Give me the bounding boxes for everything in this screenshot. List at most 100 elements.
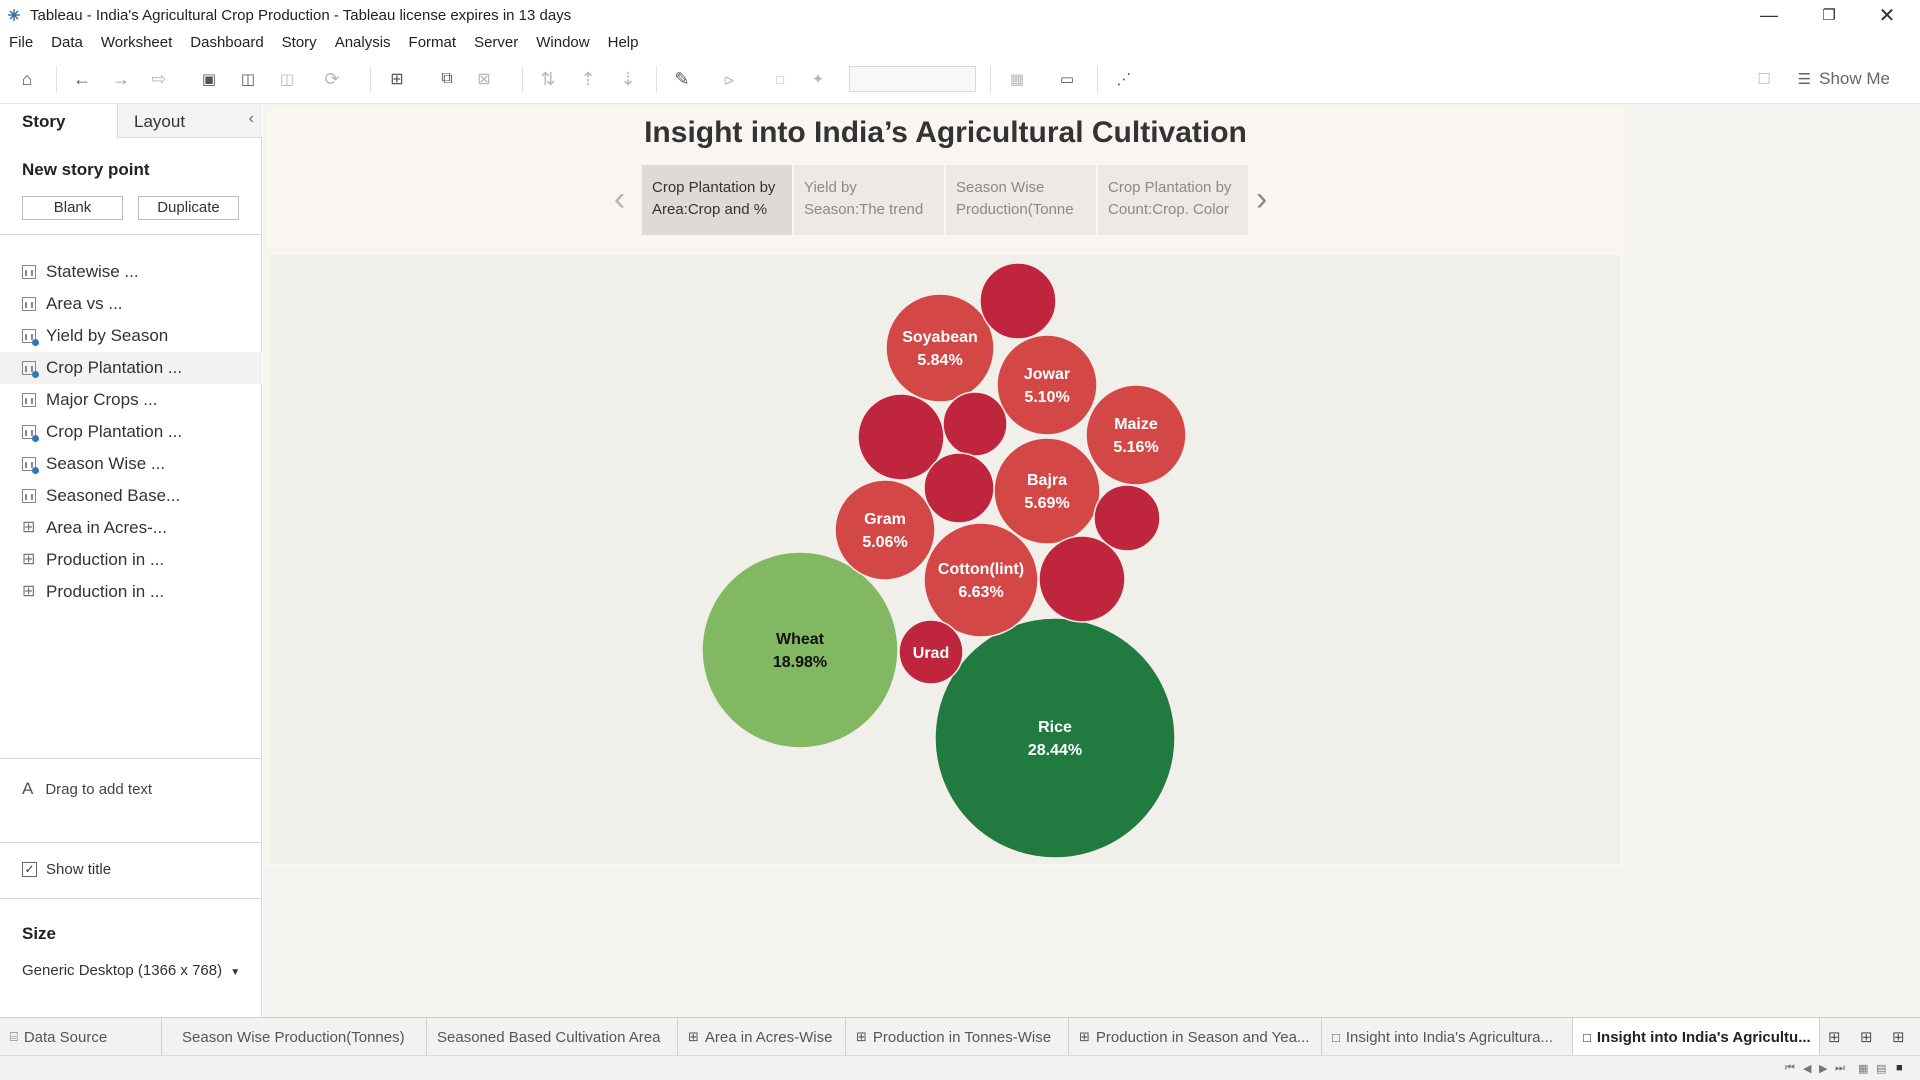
bubble-circle[interactable] bbox=[996, 334, 1098, 436]
bubble-mark[interactable]: Soyabean 5.84% bbox=[885, 293, 995, 403]
restore-button[interactable]: ❐ bbox=[1800, 0, 1858, 30]
story-sheet-item[interactable]: Crop Plantation ... bbox=[0, 416, 262, 448]
previous-sheet-icon[interactable]: ◀ bbox=[1803, 1062, 1811, 1075]
pause-updates-button[interactable]: ◫ bbox=[275, 67, 299, 91]
size-dropdown[interactable]: Generic Desktop (1366 x 768) ▼ bbox=[22, 962, 240, 979]
duplicate-sheet-button[interactable]: ⧉ bbox=[435, 67, 459, 91]
story-sheet-item[interactable]: ⊞ Production in ... bbox=[0, 544, 262, 576]
bubble-mark[interactable]: Maize 5.16% bbox=[1085, 384, 1187, 486]
menu-window[interactable]: Window bbox=[527, 34, 598, 51]
bubble-circle[interactable] bbox=[979, 262, 1057, 340]
format-painter-button[interactable]: ☐ bbox=[1752, 67, 1776, 91]
first-sheet-icon[interactable]: ⏮ bbox=[1785, 1062, 1795, 1075]
new-dashboard-tab-button[interactable]: ⊞ bbox=[1854, 1018, 1879, 1056]
tab-story[interactable]: Story bbox=[0, 104, 117, 138]
share-button[interactable]: ⋰ bbox=[1112, 67, 1136, 91]
story-sheet-item[interactable]: Statewise ... bbox=[0, 256, 262, 288]
bubble-circle[interactable] bbox=[923, 452, 995, 524]
story-sheet-item[interactable]: ⊞ Production in ... bbox=[0, 576, 262, 608]
sheet-tab[interactable]: Season Wise Production(Tonnes) bbox=[172, 1018, 427, 1056]
menu-analysis[interactable]: Analysis bbox=[326, 34, 400, 51]
story-sheet-item[interactable]: Crop Plantation ... bbox=[0, 352, 262, 384]
bubble-mark[interactable] bbox=[979, 262, 1057, 340]
sheet-tab[interactable]: ⊞ Production in Tonnes-Wise bbox=[846, 1018, 1069, 1056]
sort-descending-button[interactable]: ⇣ bbox=[616, 67, 640, 91]
replay-button[interactable]: ⇨ bbox=[147, 67, 171, 91]
show-me-button[interactable]: ☰ Show Me bbox=[1798, 66, 1890, 92]
blank-button[interactable]: Blank bbox=[22, 196, 123, 220]
bubble-mark[interactable] bbox=[942, 391, 1008, 457]
sheet-tab[interactable]: ⊞ Production in Season and Yea... bbox=[1069, 1018, 1322, 1056]
sort-ascending-button[interactable]: ⇡ bbox=[576, 67, 600, 91]
story-point-1[interactable]: Crop Plantation by Area:Crop and % bbox=[642, 165, 792, 235]
bubble-circle[interactable] bbox=[834, 479, 936, 581]
bubble-mark[interactable]: Gram 5.06% bbox=[834, 479, 936, 581]
bubble-circle[interactable] bbox=[885, 293, 995, 403]
undo-button[interactable]: ← bbox=[70, 67, 94, 91]
clear-sheet-button[interactable]: ⊠ bbox=[472, 67, 496, 91]
new-worksheet-button[interactable]: ⊞ bbox=[385, 67, 409, 91]
story-sheet-item[interactable]: ⊞ Area in Acres-... bbox=[0, 512, 262, 544]
show-title-checkbox[interactable]: ✓ bbox=[22, 862, 37, 877]
sheet-tab[interactable]: ⌸ Data Source bbox=[0, 1018, 162, 1056]
show-sheet-sorter-icon[interactable]: ■ bbox=[1896, 1062, 1903, 1074]
story-sheet-item[interactable]: Season Wise ... bbox=[0, 448, 262, 480]
new-data-source-button[interactable]: ◫ bbox=[236, 67, 260, 91]
minimize-button[interactable]: — bbox=[1740, 0, 1798, 30]
story-point-2[interactable]: Yield by Season:The trend bbox=[794, 165, 944, 235]
bubble-mark[interactable]: Wheat 18.98% bbox=[701, 551, 899, 749]
show-cards-button[interactable]: ▦ bbox=[1005, 67, 1029, 91]
bubble-circle[interactable] bbox=[1093, 484, 1161, 552]
collapse-pane-icon[interactable]: ‹ bbox=[249, 110, 254, 128]
bubble-mark[interactable]: Bajra 5.69% bbox=[993, 437, 1101, 545]
new-worksheet-tab-button[interactable]: ⊞ bbox=[1822, 1018, 1847, 1056]
home-button[interactable]: ⌂ bbox=[15, 67, 39, 91]
bubble-circle[interactable] bbox=[993, 437, 1101, 545]
previous-story-point-button[interactable]: ‹ bbox=[614, 180, 625, 219]
last-sheet-icon[interactable]: ⏭ bbox=[1835, 1062, 1845, 1075]
bubble-mark[interactable]: Rice 28.44% bbox=[934, 617, 1176, 859]
next-story-point-button[interactable]: › bbox=[1256, 180, 1267, 219]
show-title-toggle[interactable]: ✓ Show title bbox=[22, 861, 111, 878]
story-point-4[interactable]: Crop Plantation by Count:Crop. Color bbox=[1098, 165, 1248, 235]
bubble-mark[interactable]: Jowar 5.10% bbox=[996, 334, 1098, 436]
sheet-tab[interactable]: □ Insight into India's Agricultura... bbox=[1322, 1018, 1573, 1056]
fix-axes-button[interactable]: ✦ bbox=[806, 67, 830, 91]
story-sheet-item[interactable]: Yield by Season bbox=[0, 320, 262, 352]
bubble-circle[interactable] bbox=[1085, 384, 1187, 486]
tab-layout[interactable]: Layout ‹ bbox=[117, 104, 262, 138]
menu-dashboard[interactable]: Dashboard bbox=[181, 34, 272, 51]
menu-data[interactable]: Data bbox=[42, 34, 92, 51]
bubble-mark[interactable]: Cotton(lint) 6.63% bbox=[923, 522, 1039, 638]
labels-button[interactable]: □ bbox=[768, 67, 792, 91]
bubble-mark[interactable]: Urad bbox=[898, 619, 964, 685]
menu-server[interactable]: Server bbox=[465, 34, 527, 51]
story-point-3[interactable]: Season Wise Production(Tonne bbox=[946, 165, 1096, 235]
bubble-mark[interactable] bbox=[923, 452, 995, 524]
redo-button[interactable]: → bbox=[109, 67, 133, 91]
menu-format[interactable]: Format bbox=[400, 34, 466, 51]
story-sheet-item[interactable]: Seasoned Base... bbox=[0, 480, 262, 512]
next-sheet-icon[interactable]: ▶ bbox=[1819, 1062, 1827, 1075]
show-filmstrip-icon[interactable]: ▦ bbox=[1858, 1062, 1868, 1075]
refresh-button[interactable]: ⟳ bbox=[320, 67, 344, 91]
highlight-button[interactable]: ✎ bbox=[670, 67, 694, 91]
menu-story[interactable]: Story bbox=[273, 34, 326, 51]
sheet-tab[interactable]: □ Insight into India's Agricultu... bbox=[1573, 1018, 1820, 1056]
bubble-circle[interactable] bbox=[923, 522, 1039, 638]
show-tabs-icon[interactable]: ▤ bbox=[1876, 1062, 1886, 1075]
duplicate-button[interactable]: Duplicate bbox=[138, 196, 239, 220]
bubble-circle[interactable] bbox=[934, 617, 1176, 859]
group-button[interactable]: ⪧ bbox=[717, 67, 741, 91]
bubble-circle[interactable] bbox=[701, 551, 899, 749]
sheet-tab[interactable]: Seasoned Based Cultivation Area bbox=[427, 1018, 678, 1056]
swap-button[interactable]: ⇅ bbox=[536, 67, 560, 91]
fit-dropdown[interactable] bbox=[849, 66, 976, 92]
menu-worksheet[interactable]: Worksheet bbox=[92, 34, 181, 51]
bubble-circle[interactable] bbox=[1038, 535, 1126, 623]
drag-to-add-text[interactable]: A Drag to add text bbox=[22, 779, 152, 799]
presentation-mode-button[interactable]: ▭ bbox=[1055, 67, 1079, 91]
menu-help[interactable]: Help bbox=[599, 34, 648, 51]
sheet-tab[interactable]: ⊞ Area in Acres-Wise bbox=[678, 1018, 846, 1056]
close-button[interactable]: ✕ bbox=[1858, 0, 1916, 30]
